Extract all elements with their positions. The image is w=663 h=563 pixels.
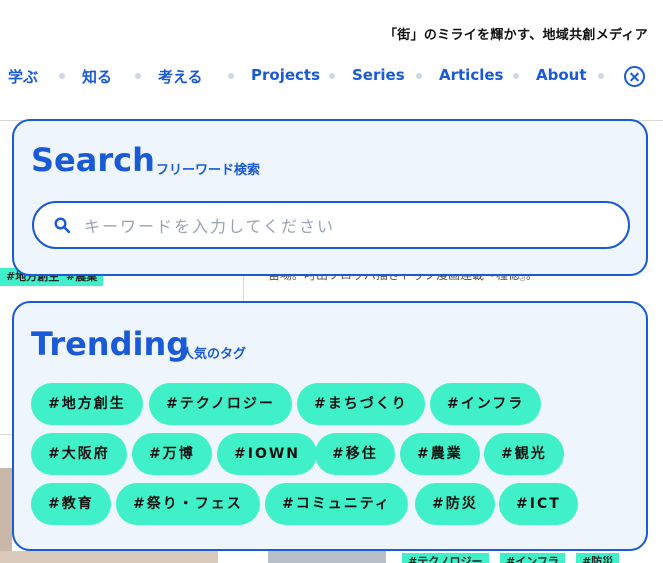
tag-chip[interactable]: #テクノロジー (149, 383, 292, 425)
trending-title: Trending (31, 325, 190, 363)
tag-chip[interactable]: #万博 (132, 433, 212, 475)
nav-item-learn[interactable]: 学ぶ (8, 66, 38, 87)
nav-separator (513, 73, 519, 79)
search-input[interactable] (84, 213, 604, 239)
tag-chip[interactable]: #ICT (499, 483, 578, 525)
bg-tag[interactable]: #防災 (576, 553, 620, 563)
tag-chip[interactable]: #教育 (31, 483, 111, 525)
trending-panel: Trending 人気のタグ #地方創生 #テクノロジー #まちづくり #インフ… (12, 301, 648, 551)
nav-separator (135, 73, 141, 79)
nav-separator (59, 73, 65, 79)
tag-chip[interactable]: #IOWN (217, 433, 317, 475)
nav-separator (598, 73, 604, 79)
tag-chip[interactable]: #農業 (400, 433, 480, 475)
bg-tag[interactable]: #テクノロジー (402, 553, 489, 563)
tag-chip[interactable]: #観光 (484, 433, 564, 475)
tag-chip[interactable]: #コミュニティ (265, 483, 408, 525)
nav-item-about[interactable]: About (536, 66, 587, 84)
search-box[interactable] (32, 201, 630, 249)
tag-chip[interactable]: #防災 (415, 483, 495, 525)
nav-separator (329, 73, 335, 79)
divider (0, 434, 12, 435)
tag-chip[interactable]: #インフラ (430, 383, 542, 425)
nav-item-articles[interactable]: Articles (439, 66, 503, 84)
nav-item-projects[interactable]: Projects (251, 66, 320, 84)
tag-chip[interactable]: #地方創生 (31, 383, 143, 425)
tag-chip[interactable]: #大阪府 (31, 433, 127, 475)
search-panel: Search フリーワード検索 (12, 119, 648, 276)
nav-item-know[interactable]: 知る (82, 66, 112, 87)
close-icon[interactable] (624, 66, 645, 87)
nav-separator (228, 73, 234, 79)
article-thumbnail[interactable] (0, 551, 218, 563)
trending-subtitle: 人気のタグ (181, 347, 247, 362)
bg-tag[interactable]: #インフラ (500, 553, 565, 563)
nav-separator (416, 73, 422, 79)
divider (243, 276, 244, 301)
tag-chip[interactable]: #まちづくり (297, 383, 425, 425)
tag-chip[interactable]: #祭り・フェス (116, 483, 260, 525)
nav-item-series[interactable]: Series (352, 66, 405, 84)
search-icon (54, 217, 70, 233)
article-thumbnail[interactable] (268, 551, 386, 563)
nav-item-think[interactable]: 考える (158, 66, 203, 87)
main-nav: 学ぶ 知る 考える Projects Series Articles About (0, 62, 663, 92)
tag-chip[interactable]: #移住 (315, 433, 395, 475)
search-subtitle: フリーワード検索 (156, 163, 261, 178)
article-thumbnail[interactable] (0, 468, 12, 563)
tagline: 「街」のミライを輝かす、地域共創メディア (383, 28, 648, 43)
search-title: Search (31, 141, 155, 179)
